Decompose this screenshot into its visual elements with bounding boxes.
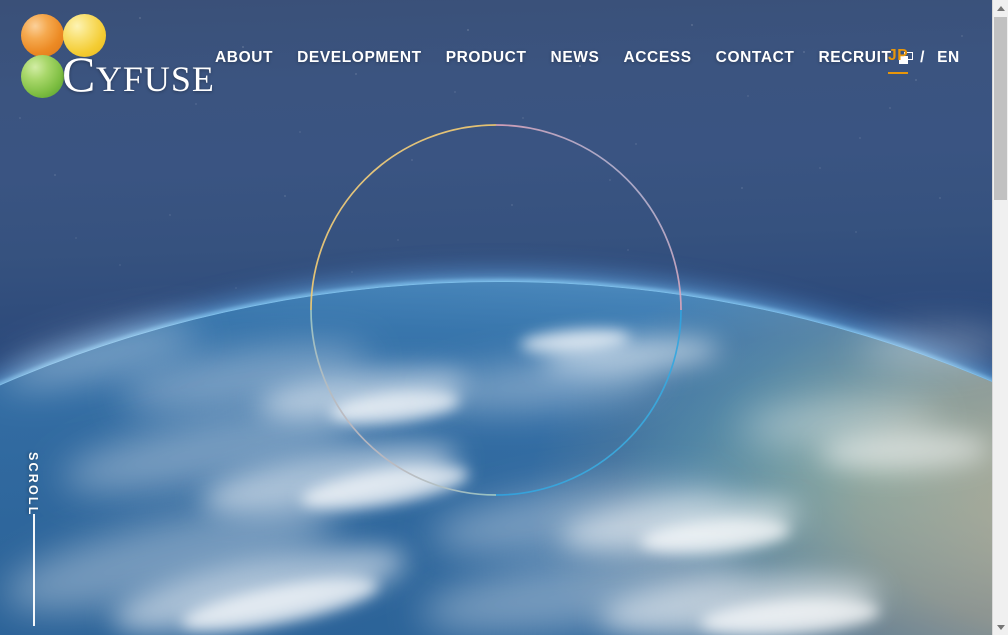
logo-sphere-orange-icon <box>21 14 64 57</box>
nav-label-access: ACCESS <box>623 49 692 66</box>
nav-item-about[interactable]: ABOUT <box>215 49 273 67</box>
vertical-scrollbar[interactable] <box>992 0 1008 635</box>
nav-item-access[interactable]: ACCESS <box>623 49 691 67</box>
nav-item-product[interactable]: PRODUCT <box>446 49 527 67</box>
chevron-down-icon <box>996 624 1005 630</box>
language-separator: / <box>920 49 926 66</box>
nav-label-about: ABOUT <box>215 49 274 66</box>
scroll-line <box>33 514 35 626</box>
scrollbar-thumb[interactable] <box>994 17 1007 200</box>
scroll-indicator[interactable]: SCROLL <box>26 452 46 626</box>
nav-label-news: NEWS <box>550 49 600 66</box>
logo-sphere-green-icon <box>21 55 64 98</box>
language-option-jp[interactable]: JP <box>888 47 909 74</box>
nav-item-news[interactable]: NEWS <box>551 49 600 67</box>
nav-label-product: PRODUCT <box>445 49 527 66</box>
language-switcher: JP / EN <box>888 46 960 74</box>
scrollbar-up-button[interactable] <box>993 0 1008 16</box>
language-option-en[interactable]: EN <box>937 49 960 67</box>
gradient-ring-overlay <box>310 124 682 496</box>
wordmark-initial: C <box>62 46 96 102</box>
nav-label-contact: CONTACT <box>715 49 795 66</box>
nav-item-development[interactable]: DEVELOPMENT <box>297 49 422 67</box>
logo-wordmark: CYFUSE <box>62 49 215 99</box>
scrollbar-down-button[interactable] <box>993 619 1008 635</box>
main-navigation: ABOUT DEVELOPMENT PRODUCT NEWS ACCESS CO… <box>215 46 913 70</box>
nav-label-development: DEVELOPMENT <box>297 49 422 66</box>
nav-label-recruit: RECRUIT <box>818 49 892 66</box>
chevron-up-icon <box>996 5 1005 11</box>
scroll-label: SCROLL <box>26 452 40 517</box>
nav-item-contact[interactable]: CONTACT <box>716 49 795 67</box>
site-header: CYFUSE ABOUT DEVELOPMENT PRODUCT NEWS AC… <box>0 0 992 100</box>
browser-viewport: CYFUSE ABOUT DEVELOPMENT PRODUCT NEWS AC… <box>0 0 1008 635</box>
logo-link[interactable]: CYFUSE <box>16 11 214 99</box>
wordmark-rest: YFUSE <box>95 59 215 99</box>
hero-section: CYFUSE ABOUT DEVELOPMENT PRODUCT NEWS AC… <box>0 0 992 635</box>
